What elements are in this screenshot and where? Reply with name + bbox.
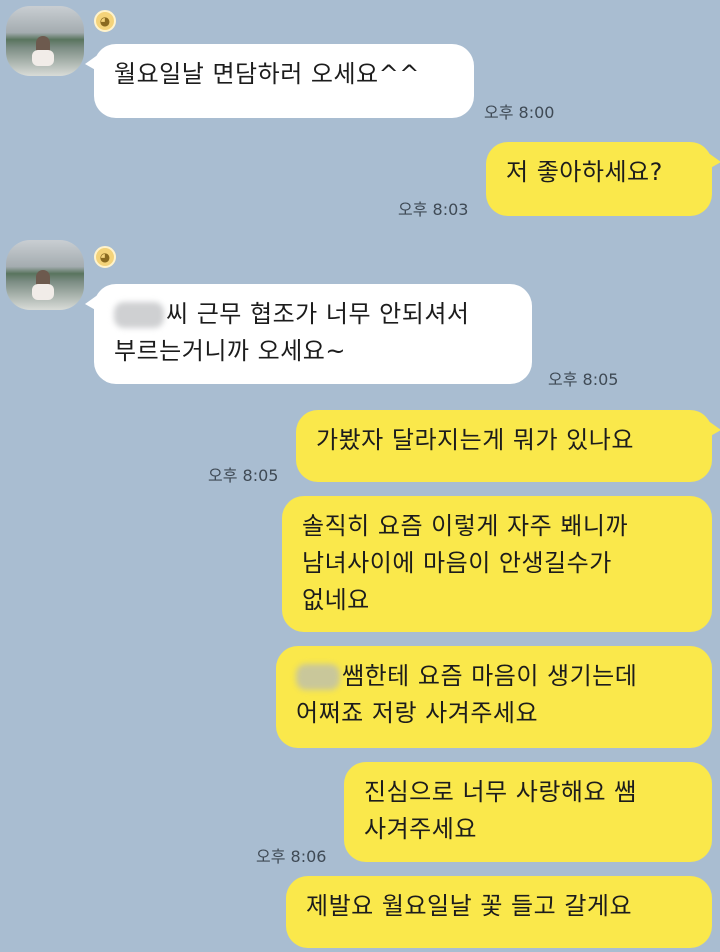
message-bubble-out-2[interactable]: 가봤자 달라지는게 뭐가 있나요 — [296, 410, 720, 482]
message-time: 오후 8:05 — [548, 370, 619, 389]
message-bubble-in-1[interactable]: 월요일날 면담하러 오세요^^ — [85, 44, 474, 118]
message-bubble-out-5[interactable]: 진심으로 너무 사랑해요 쌤 사겨주세요 — [344, 762, 712, 862]
avatar-figure — [32, 36, 54, 66]
redacted-name — [114, 302, 164, 328]
message-time: 오후 8:03 — [398, 200, 469, 219]
message-bubble-out-1[interactable]: 저 좋아하세요? — [486, 142, 720, 216]
message-text: 진심으로 너무 사랑해요 쌤 사겨주세요 — [364, 778, 637, 843]
redacted-name — [296, 664, 340, 690]
message-bubble-out-3[interactable]: 솔직히 요즘 이렇게 자주 봬니까 남녀사이에 마음이 안생길수가 없네요 — [282, 496, 712, 632]
message-text: 월요일날 면담하러 오세요^^ — [114, 60, 420, 88]
message-text: 씨 근무 협조가 너무 안되셔서 부르는거니까 오세요~ — [114, 300, 470, 365]
baby-face-icon: ◕ — [94, 246, 116, 268]
message-bubble-in-2[interactable]: 씨 근무 협조가 너무 안되셔서 부르는거니까 오세요~ — [85, 284, 532, 384]
message-time: 오후 8:00 — [484, 103, 555, 122]
message-bubble-out-4[interactable]: 쌤한테 요즘 마음이 생기는데 어쩌죠 저랑 사겨주세요 — [276, 646, 712, 748]
message-text: 가봤자 달라지는게 뭐가 있나요 — [316, 426, 634, 454]
avatar-figure — [32, 270, 54, 300]
message-time: 오후 8:06 — [256, 847, 327, 866]
message-text: 쌤한테 요즘 마음이 생기는데 어쩌죠 저랑 사겨주세요 — [296, 662, 638, 727]
message-text: 제발요 월요일날 꽃 들고 갈게요 — [306, 892, 633, 920]
sender-avatar[interactable] — [6, 6, 84, 76]
baby-face-icon: ◕ — [94, 10, 116, 32]
message-text: 저 좋아하세요? — [506, 158, 663, 186]
message-text: 솔직히 요즘 이렇게 자주 봬니까 남녀사이에 마음이 안생길수가 없네요 — [302, 512, 629, 614]
message-time: 오후 8:05 — [208, 466, 279, 485]
message-bubble-out-6[interactable]: 제발요 월요일날 꽃 들고 갈게요 — [286, 876, 712, 948]
sender-avatar[interactable] — [6, 240, 84, 310]
